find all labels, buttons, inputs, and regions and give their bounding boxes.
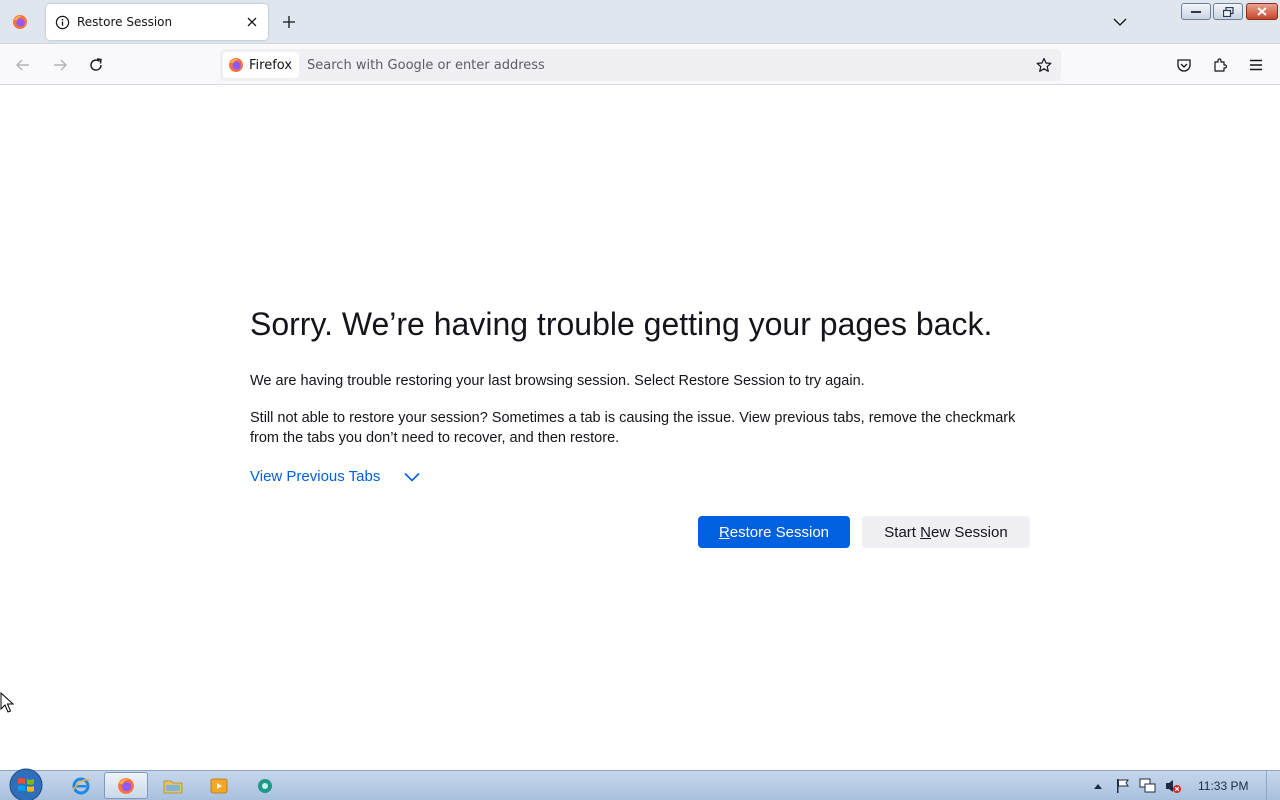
tab-close-button[interactable] <box>242 12 262 32</box>
taskbar-clock[interactable]: 11:33 PM <box>1198 779 1260 793</box>
network-icon <box>1139 778 1156 793</box>
page-title: Sorry. We’re having trouble getting your… <box>250 306 993 342</box>
file-explorer-icon <box>163 780 183 793</box>
minimize-icon <box>1191 10 1201 13</box>
firefox-view-button[interactable] <box>6 8 34 36</box>
taskbar-app[interactable] <box>243 772 287 799</box>
navigation-toolbar: Firefox <box>0 45 1280 85</box>
internet-explorer-icon <box>72 777 91 794</box>
reload-button[interactable] <box>85 54 107 76</box>
list-all-tabs-button[interactable] <box>1110 12 1130 32</box>
puzzle-icon <box>1214 58 1228 72</box>
chevron-down-icon <box>404 472 420 482</box>
network-button[interactable] <box>1137 775 1159 797</box>
new-session-label-pre: Start <box>884 523 921 541</box>
address-bar[interactable]: Firefox <box>220 49 1061 81</box>
view-previous-tabs-label: View Previous Tabs <box>250 468 381 485</box>
taskbar-file-explorer[interactable] <box>151 772 195 799</box>
url-input[interactable] <box>307 52 1008 78</box>
restore-help-message: Still not able to restore your session? … <box>250 410 1016 446</box>
restore-message: We are having trouble restoring your las… <box>250 373 865 389</box>
media-player-icon <box>210 778 228 793</box>
close-icon <box>247 17 257 27</box>
pocket-icon <box>1177 59 1191 72</box>
bookmark-button[interactable] <box>1033 54 1055 76</box>
volume-button[interactable] <box>1162 775 1184 797</box>
reload-icon <box>90 58 102 71</box>
view-previous-tabs-toggle[interactable]: View Previous Tabs <box>250 468 420 485</box>
tab-title: Restore Session <box>77 15 173 29</box>
system-tray: 11:33 PM <box>1084 771 1280 800</box>
back-button[interactable] <box>12 54 34 76</box>
taskbar-media-player[interactable] <box>197 772 241 799</box>
star-icon <box>1036 57 1052 72</box>
minimize-button[interactable] <box>1181 3 1211 20</box>
app-icon <box>258 778 272 793</box>
show-desktop-button[interactable] <box>1266 771 1280 800</box>
restore-window-icon <box>1222 6 1234 17</box>
plus-icon <box>283 16 295 28</box>
restore-accesskey: R <box>718 523 730 541</box>
identity-label: Firefox <box>249 57 293 73</box>
forward-button[interactable] <box>49 54 71 76</box>
new-tab-button[interactable] <box>279 12 299 32</box>
windows-logo-icon <box>9 768 43 800</box>
mouse-cursor-icon <box>0 692 14 713</box>
close-icon <box>1257 7 1267 16</box>
app-menu-button[interactable] <box>1245 54 1267 76</box>
taskbar-firefox[interactable] <box>104 772 148 799</box>
restore-session-button[interactable]: Restore Session <box>698 516 850 548</box>
speaker-muted-icon <box>1166 780 1181 793</box>
start-button[interactable] <box>6 768 46 800</box>
taskbar-internet-explorer[interactable] <box>59 772 103 799</box>
windows-taskbar: 11:33 PM <box>0 768 1280 800</box>
firefox-icon <box>13 15 27 29</box>
pocket-button[interactable] <box>1173 54 1195 76</box>
firefox-icon <box>118 777 134 794</box>
show-hidden-icons-button[interactable] <box>1087 775 1109 797</box>
tab-strip: Restore Session <box>0 0 1280 44</box>
action-center-button[interactable] <box>1112 775 1134 797</box>
page-content: Sorry. We’re having trouble getting your… <box>0 86 1280 770</box>
restore-label-rest: estore Session <box>729 523 830 541</box>
flag-icon <box>1117 779 1129 793</box>
chevron-down-icon <box>1113 18 1127 26</box>
firefox-icon <box>229 58 243 72</box>
tab-restore-session[interactable]: Restore Session <box>46 4 268 40</box>
arrow-left-icon <box>16 59 29 71</box>
info-icon <box>55 15 70 29</box>
extensions-button[interactable] <box>1209 54 1231 76</box>
close-window-button[interactable] <box>1246 3 1278 20</box>
new-session-label-rest: ew Session <box>930 523 1008 541</box>
identity-box[interactable]: Firefox <box>223 52 300 78</box>
chevron-up-icon <box>1094 784 1102 789</box>
arrow-right-icon <box>54 59 67 71</box>
start-new-session-button[interactable]: Start New Session <box>862 516 1030 548</box>
new-session-accesskey: N <box>920 523 931 541</box>
hamburger-menu-icon <box>1250 59 1262 71</box>
restore-down-button[interactable] <box>1213 3 1243 20</box>
